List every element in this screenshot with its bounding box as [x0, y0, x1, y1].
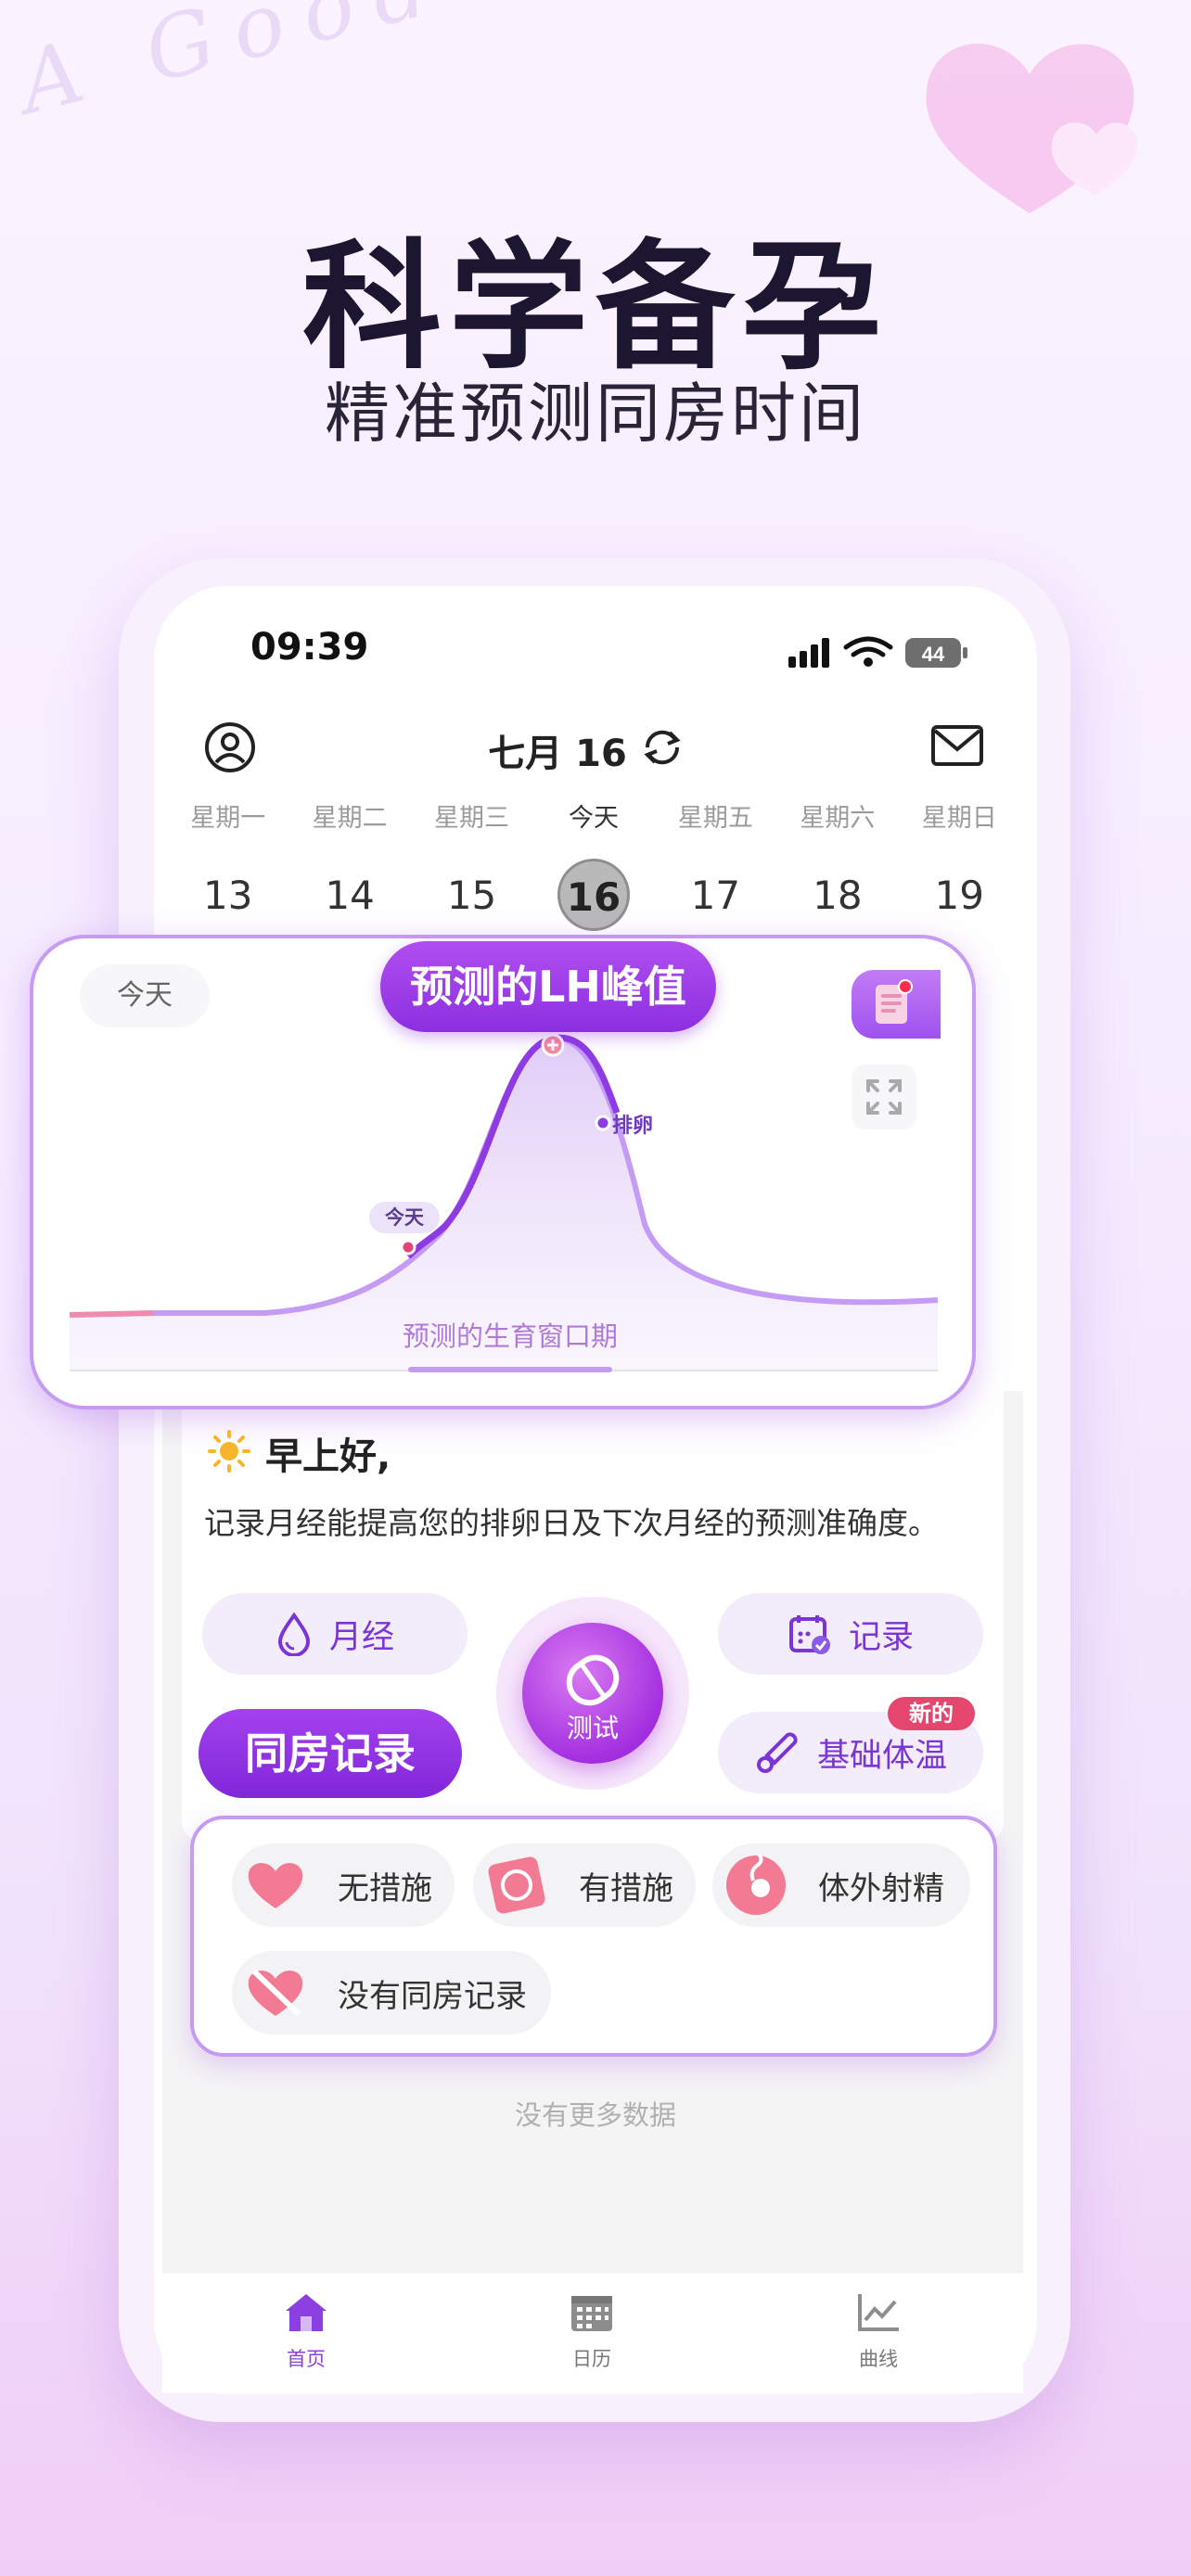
day-cell[interactable]: 星期三 15: [411, 797, 532, 933]
ovulation-label: 排卵: [612, 1115, 654, 1138]
thermometer-icon: [756, 1732, 798, 1773]
window-bar: [408, 1367, 612, 1372]
expand-icon: [866, 1079, 902, 1115]
today-chip[interactable]: 今天: [80, 964, 210, 1027]
bbt-label: 基础体温: [816, 1737, 947, 1775]
day-cell[interactable]: 星期五 17: [655, 797, 776, 933]
day-number-selected: 16: [557, 859, 630, 931]
note-button[interactable]: [852, 970, 941, 1039]
weekday-label: 星期五: [677, 804, 753, 833]
intercourse-record-button[interactable]: 同房记录: [198, 1709, 462, 1798]
option-with-protection[interactable]: 有措施: [473, 1843, 696, 1927]
day-cell-selected[interactable]: 今天 16: [532, 797, 654, 933]
period-label: 月经: [328, 1618, 394, 1656]
signal-icon: [788, 638, 829, 668]
day-cell[interactable]: 星期日 19: [899, 797, 1020, 933]
option-no-intercourse[interactable]: 没有同房记录: [232, 1951, 551, 2034]
today-curve-label: 今天: [369, 1202, 440, 1233]
day-cell[interactable]: 星期二 14: [288, 797, 410, 933]
background-script-text: A Good Helper: [9, 0, 911, 134]
header-month: 七月: [488, 733, 563, 775]
test-label: 测试: [566, 1713, 619, 1743]
line-chart-icon: [858, 2294, 899, 2331]
lh-peak-label: 预测的LH峰值: [380, 941, 716, 1032]
greeting-message: 记录月经能提高您的排卵日及下次月经的预测准确度。: [204, 1505, 939, 1541]
day-cell[interactable]: 星期六 18: [776, 797, 898, 933]
new-badge: 新的: [888, 1697, 975, 1730]
day-number: 18: [813, 873, 863, 918]
status-icons: 44: [788, 636, 967, 668]
tab-home[interactable]: 首页: [250, 2290, 362, 2372]
sun-icon: [208, 1430, 250, 1473]
tab-calendar[interactable]: 日历: [536, 2290, 647, 2372]
weekday-label: 星期三: [434, 804, 510, 833]
fertile-window-label: 预测的生育窗口期: [402, 1320, 618, 1352]
header-date[interactable]: 七月 16: [445, 723, 742, 777]
drop-icon: [277, 1612, 310, 1656]
no-more-data-label: 没有更多数据: [514, 2099, 676, 2131]
battery-level: 44: [922, 643, 945, 666]
option-label: 没有同房记录: [338, 1977, 527, 2015]
weekday-label: 今天: [568, 804, 619, 833]
weekday-label: 星期六: [800, 804, 876, 833]
home-icon: [286, 2294, 327, 2331]
tab-label: 日历: [572, 2348, 611, 2370]
day-number: 17: [690, 873, 741, 918]
option-no-protection[interactable]: 无措施: [232, 1843, 455, 1927]
day-number: 13: [202, 873, 253, 918]
record-button[interactable]: 记录: [718, 1593, 983, 1675]
weekday-label: 星期一: [190, 804, 266, 833]
heart-icon: [248, 1863, 303, 1908]
day-number: 19: [934, 873, 984, 918]
day-number: 15: [446, 873, 497, 918]
mail-icon[interactable]: [930, 723, 984, 768]
day-cell[interactable]: 星期一 13: [167, 797, 288, 933]
header-day: 16: [575, 733, 627, 775]
hero-subtitle: 精准预测同房时间: [325, 376, 866, 452]
greeting-title: 早上好,: [265, 1435, 391, 1478]
weekday-label: 星期二: [312, 804, 388, 833]
profile-icon[interactable]: [204, 721, 256, 773]
tab-label: 曲线: [859, 2348, 898, 2370]
tab-curve[interactable]: 曲线: [823, 2290, 934, 2372]
option-withdrawal[interactable]: 体外射精: [712, 1843, 970, 1927]
wifi-icon: [843, 636, 893, 657]
note-icon: [876, 979, 913, 1024]
period-button[interactable]: 月经: [202, 1593, 467, 1675]
today-point: [400, 1239, 416, 1256]
tab-label: 首页: [287, 2348, 326, 2370]
week-strip: 星期一 13 星期二 14 星期三 15 今天 16 星期五 17 星期六 18…: [167, 797, 1020, 933]
expand-button[interactable]: [852, 1065, 916, 1129]
option-label: 体外射精: [818, 1869, 944, 1907]
refresh-icon[interactable]: [638, 723, 686, 772]
curve-line-past: [70, 1310, 154, 1318]
battery-icon: 44: [905, 638, 967, 668]
status-time: 09:39: [250, 626, 369, 669]
condom-icon: [488, 1856, 545, 1914]
ovulation-point: [595, 1115, 611, 1131]
record-label: 记录: [848, 1618, 914, 1656]
calendar-icon: [571, 2296, 612, 2331]
day-number: 14: [325, 873, 375, 918]
weekday-label: 星期日: [921, 804, 997, 833]
option-label: 无措施: [338, 1869, 432, 1907]
sperm-icon: [726, 1853, 786, 1915]
broken-heart-icon: [248, 1969, 303, 2017]
calendar-check-icon: [788, 1615, 830, 1654]
option-label: 有措施: [579, 1869, 673, 1907]
